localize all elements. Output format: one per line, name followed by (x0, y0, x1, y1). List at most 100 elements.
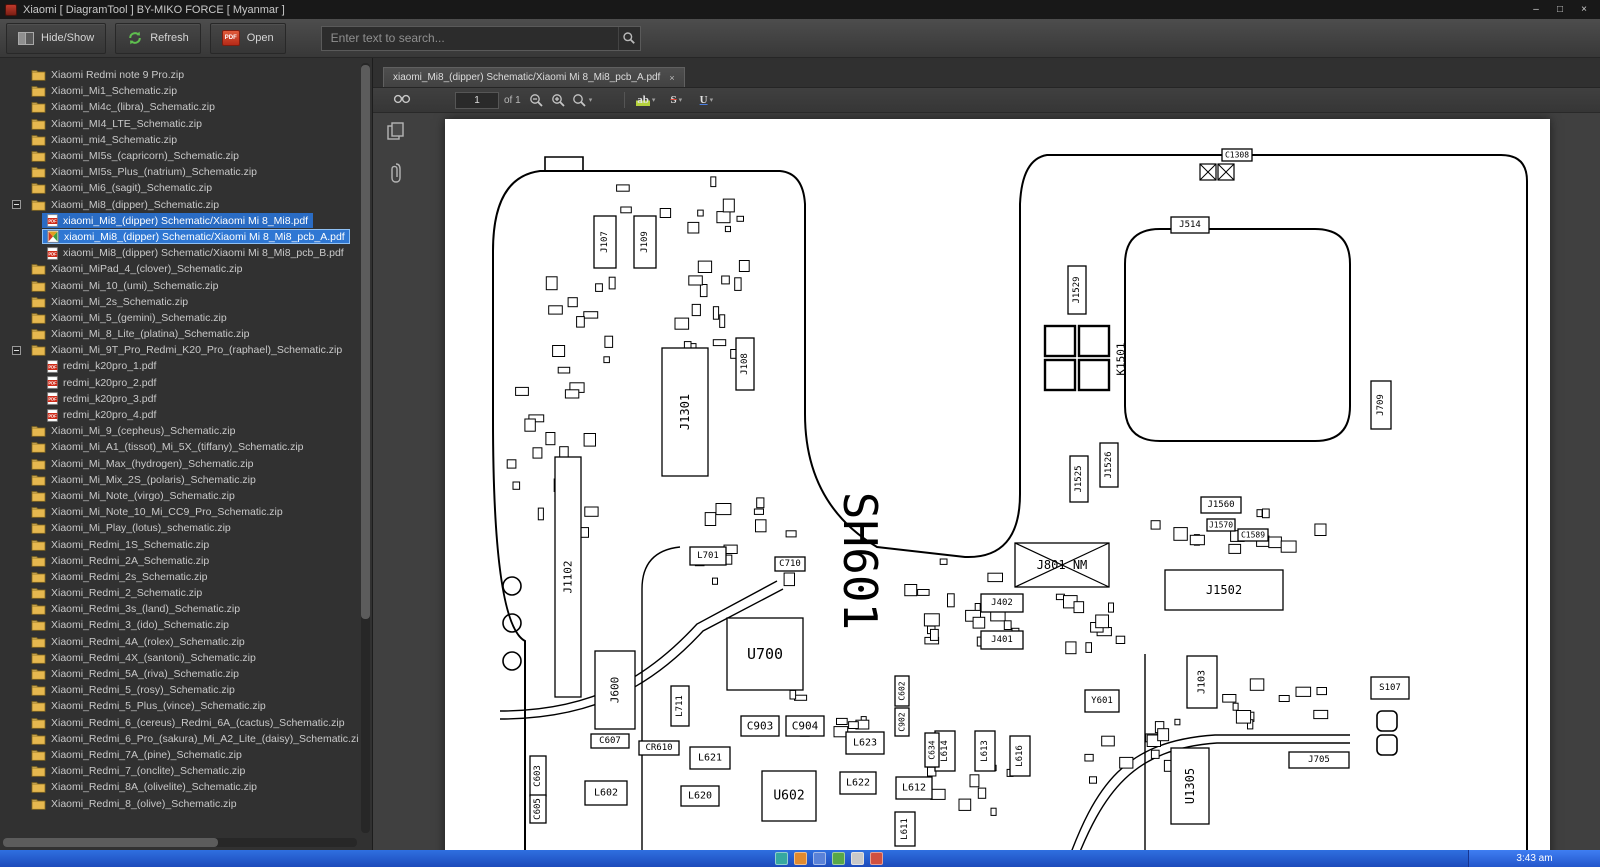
tree-horizontal-scrollbar[interactable] (3, 838, 357, 847)
tree-item[interactable]: xiaomi_Mi8_(dipper) Schematic/Xiaomi Mi … (0, 229, 359, 245)
tree-item-label: Xiaomi_Mi_10_(umi)_Schematic.zip (51, 279, 219, 292)
svg-text:PDF: PDF (48, 397, 57, 402)
taskbar-icon[interactable] (832, 852, 845, 865)
tree-item[interactable]: Xiaomi_Mi_A1_(tissot)_Mi_5X_(tiffany)_Sc… (0, 439, 359, 455)
open-button[interactable]: PDF Open (209, 22, 286, 54)
tree-item[interactable]: Xiaomi_MI5s_(capricorn)_Schematic.zip (0, 148, 359, 164)
maximize-icon[interactable]: □ (1549, 2, 1571, 17)
taskbar-icon[interactable] (813, 852, 826, 865)
tree-item[interactable]: Xiaomi Redmi note 9 Pro.zip (0, 67, 359, 83)
tab-close-icon[interactable]: × (669, 73, 674, 83)
title-bar: Xiaomi [ DiagramTool ] BY-MIKO FORCE [ M… (0, 0, 1600, 19)
tree-item[interactable]: Xiaomi_Mi_Mix_2S_(polaris)_Schematic.zip (0, 472, 359, 488)
tree-item[interactable]: Xiaomi_Mi_Play_(lotus)_schematic.zip (0, 520, 359, 536)
close-icon[interactable]: × (1573, 2, 1595, 17)
pdf-page: J107 J109 J1301 J108 J1102 U700 J600 L701 C710 L7… (445, 119, 1550, 850)
refresh-button[interactable]: Refresh (115, 22, 201, 54)
tree-item[interactable]: Xiaomi_Mi4c_(libra)_Schematic.zip (0, 99, 359, 115)
minimize-icon[interactable]: – (1525, 2, 1547, 17)
taskbar-icon[interactable] (870, 852, 883, 865)
svg-text:S107: S107 (1379, 683, 1401, 693)
tree-item[interactable]: Xiaomi_Redmi_2s_Schematic.zip (0, 569, 359, 585)
tree-item[interactable]: Xiaomi_Redmi_3_(ido)_Schematic.zip (0, 617, 359, 633)
tree-item[interactable]: PDF redmi_k20pro_2.pdf (0, 375, 359, 391)
svg-text:J705: J705 (1308, 755, 1330, 765)
tab-label: xiaomi_Mi8_(dipper) Schematic/Xiaomi Mi … (393, 72, 661, 83)
tree-item[interactable]: Xiaomi_Mi_2s_Schematic.zip (0, 294, 359, 310)
tree-item[interactable]: Xiaomi_Mi_9T_Pro_Redmi_K20_Pro_(raphael)… (0, 342, 359, 358)
zoom-in-icon[interactable] (548, 90, 570, 110)
folder-icon (31, 506, 46, 518)
tree-item[interactable]: Xiaomi_Redmi_5_(rosy)_Schematic.zip (0, 682, 359, 698)
tree-item-label: Xiaomi_Redmi_4X_(santoni)_Schematic.zip (51, 651, 256, 664)
tree-item[interactable]: Xiaomi_MiPad_4_(clover)_Schematic.zip (0, 261, 359, 277)
svg-text:U700: U700 (747, 645, 783, 663)
folder-icon (31, 781, 46, 794)
folder-icon (31, 182, 46, 195)
hide-show-button[interactable]: Hide/Show (6, 22, 107, 54)
find-button[interactable] (391, 90, 413, 110)
tree-item[interactable]: Xiaomi_Mi_Note_(virgo)_Schematic.zip (0, 488, 359, 504)
tree-item[interactable]: Xiaomi_Redmi_6_(cereus)_Redmi_6A_(cactus… (0, 715, 359, 731)
folder-icon (31, 539, 46, 551)
tree-item[interactable]: Xiaomi_Redmi_8A_(olivelite)_Schematic.zi… (0, 779, 359, 795)
svg-text:J1570: J1570 (1209, 521, 1233, 530)
tree-item[interactable]: Xiaomi_Mi8_(dipper)_Schematic.zip (0, 197, 359, 213)
pdf-file-icon (47, 230, 59, 244)
tree-item[interactable]: Xiaomi_Redmi_2_Schematic.zip (0, 585, 359, 601)
tree-item[interactable]: Xiaomi_Mi_8_Lite_(platina)_Schematic.zip (0, 326, 359, 342)
pdf-viewer[interactable]: J107 J109 J1301 J108 J1102 U700 J600 L701 C710 L7… (373, 113, 1600, 850)
tree-item[interactable]: Xiaomi_Mi_9_(cepheus)_Schematic.zip (0, 423, 359, 439)
tree-item[interactable]: Xiaomi_Mi6_(sagit)_Schematic.zip (0, 180, 359, 196)
chevron-down-icon: ▾ (709, 97, 714, 104)
svg-text:L621: L621 (698, 753, 722, 764)
tree-item[interactable]: PDF xiaomi_Mi8_(dipper) Schematic/Xiaomi … (0, 213, 359, 229)
content-area: Xiaomi Redmi note 9 Pro.zip Xiaomi_Mi1_Sc… (0, 58, 1600, 850)
tree-item[interactable]: Xiaomi_mi4_Schematic.zip (0, 132, 359, 148)
underline-text-button[interactable]: U ▾ (695, 90, 717, 110)
tree-item[interactable]: Xiaomi_Redmi_5A_(riva)_Schematic.zip (0, 666, 359, 682)
taskbar-icon[interactable] (851, 852, 864, 865)
tree-item[interactable]: Xiaomi_Redmi_8_(olive)_Schematic.zip (0, 795, 359, 811)
tree-vertical-scrollbar[interactable] (361, 63, 370, 833)
pages-panel-icon[interactable] (386, 121, 406, 146)
tree-item[interactable]: Xiaomi_Redmi_6_Pro_(sakura)_Mi_A2_Lite_(… (0, 731, 359, 747)
zoom-mode-dropdown[interactable]: ▾ (570, 90, 595, 110)
tree-item[interactable]: Xiaomi_Redmi_7A_(pine)_Schematic.zip (0, 747, 359, 763)
tree-item[interactable]: Xiaomi_Redmi_7_(onclite)_Schematic.zip (0, 763, 359, 779)
tree-item[interactable]: Xiaomi_Redmi_4A_(rolex)_Schematic.zip (0, 634, 359, 650)
tree-item[interactable]: PDF xiaomi_Mi8_(dipper) Schematic/Xiaomi … (0, 245, 359, 261)
search-icon[interactable] (617, 26, 640, 50)
tab-pdf-document[interactable]: xiaomi_Mi8_(dipper) Schematic/Xiaomi Mi … (383, 67, 685, 87)
tree-item[interactable]: Xiaomi_MI4_LTE_Schematic.zip (0, 116, 359, 132)
tree-item[interactable]: Xiaomi_Mi1_Schematic.zip (0, 83, 359, 99)
collapse-icon[interactable] (12, 200, 21, 210)
pdf-toolbar: of 1 (373, 88, 1600, 113)
tree-item[interactable]: Xiaomi_Mi_Note_10_Mi_CC9_Pro_Schematic.z… (0, 504, 359, 520)
taskbar-icon[interactable] (794, 852, 807, 865)
tree-item[interactable]: Xiaomi_Redmi_4X_(santoni)_Schematic.zip (0, 650, 359, 666)
tree-item[interactable]: PDF redmi_k20pro_4.pdf (0, 407, 359, 423)
highlight-label: ab (636, 94, 650, 106)
taskbar-icon[interactable] (775, 852, 788, 865)
tree-item-label: Xiaomi_Mi_Play_(lotus)_schematic.zip (51, 522, 231, 535)
tree-item[interactable]: Xiaomi_Mi_10_(umi)_Schematic.zip (0, 277, 359, 293)
tree-item[interactable]: Xiaomi_Redmi_1S_Schematic.zip (0, 536, 359, 552)
tree-item[interactable]: Xiaomi_Redmi_3s_(land)_Schematic.zip (0, 601, 359, 617)
tree-item[interactable]: Xiaomi_Mi_5_(gemini)_Schematic.zip (0, 310, 359, 326)
page-number-input[interactable] (455, 91, 499, 109)
highlight-text-button[interactable]: ab ▾ (634, 90, 657, 110)
svg-text:L623: L623 (853, 738, 877, 749)
zoom-out-icon[interactable] (526, 90, 548, 110)
search-input[interactable] (321, 26, 618, 50)
main-toolbar: Hide/Show Refresh PDF Open (0, 19, 1600, 58)
tree-item[interactable]: Xiaomi_Mi_Max_(hydrogen)_Schematic.zip (0, 456, 359, 472)
tree-item[interactable]: PDF redmi_k20pro_3.pdf (0, 391, 359, 407)
tree-item[interactable]: Xiaomi_Redmi_2A_Schematic.zip (0, 553, 359, 569)
collapse-icon[interactable] (12, 345, 21, 355)
strikeout-text-button[interactable]: S ▾ (665, 90, 687, 110)
tree-item[interactable]: Xiaomi_Redmi_5_Plus_(vince)_Schematic.zi… (0, 698, 359, 714)
attachments-panel-icon[interactable] (389, 162, 403, 189)
tree-item[interactable]: PDF redmi_k20pro_1.pdf (0, 358, 359, 374)
tree-item[interactable]: Xiaomi_MI5s_Plus_(natrium)_Schematic.zip (0, 164, 359, 180)
